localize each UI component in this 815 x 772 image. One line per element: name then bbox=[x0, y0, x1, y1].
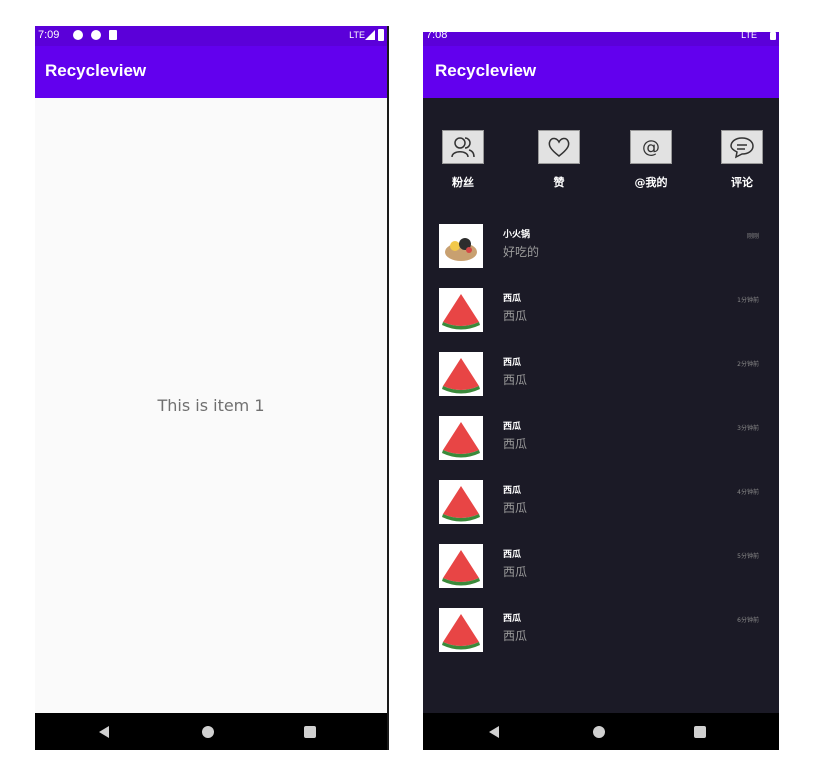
message-text: 西瓜 bbox=[503, 629, 528, 643]
sender-name: 西瓜 bbox=[503, 422, 522, 432]
status-time: 7:09 bbox=[38, 29, 60, 41]
list-item[interactable]: 西瓜 西瓜 6分钟前 bbox=[423, 608, 779, 671]
sender-name: 西瓜 bbox=[503, 550, 522, 560]
watermelon-thumbnail bbox=[439, 480, 483, 524]
category-label: @我的 bbox=[634, 176, 668, 189]
message-time: 刚刚 bbox=[746, 233, 759, 240]
sender-name: 西瓜 bbox=[503, 486, 522, 496]
list-item[interactable]: 西瓜 西瓜 1分钟前 bbox=[423, 288, 779, 351]
category-likes[interactable]: 赞 bbox=[529, 130, 589, 190]
sender-name: 西瓜 bbox=[503, 614, 522, 624]
sender-name: 西瓜 bbox=[503, 358, 522, 368]
category-label: 赞 bbox=[553, 176, 565, 189]
back-icon[interactable] bbox=[489, 726, 499, 738]
navigation-bar bbox=[423, 713, 779, 750]
app-title: Recycleview bbox=[45, 61, 147, 80]
left-phone-screen: 7:09 LTE Recycleview This is item 1 bbox=[35, 26, 389, 750]
message-time: 2分钟前 bbox=[737, 361, 759, 368]
settings-status-icon bbox=[73, 30, 83, 40]
message-time: 4分钟前 bbox=[737, 489, 759, 496]
message-time: 5分钟前 bbox=[737, 553, 759, 560]
signal-icon bbox=[365, 30, 375, 40]
message-time: 6分钟前 bbox=[737, 617, 759, 624]
message-text: 好吃的 bbox=[503, 245, 540, 259]
list-item[interactable]: 西瓜 西瓜 2分钟前 bbox=[423, 352, 779, 415]
watermelon-thumbnail bbox=[439, 288, 483, 332]
message-time: 1分钟前 bbox=[737, 297, 759, 304]
comment-icon bbox=[721, 130, 763, 164]
app-bar: Recycleview bbox=[35, 46, 387, 98]
fans-icon bbox=[442, 130, 484, 164]
message-time: 3分钟前 bbox=[737, 425, 759, 432]
message-text: 西瓜 bbox=[503, 373, 528, 387]
app-title: Recycleview bbox=[435, 61, 537, 80]
status-bar: 7:09 LTE bbox=[35, 26, 387, 46]
sender-name: 小火锅 bbox=[503, 230, 531, 240]
watermelon-thumbnail bbox=[439, 352, 483, 396]
recents-icon[interactable] bbox=[694, 726, 706, 738]
category-mentions[interactable]: @ @我的 bbox=[621, 130, 681, 190]
category-comments[interactable]: 评论 bbox=[712, 130, 772, 190]
svg-text:@: @ bbox=[642, 137, 660, 158]
category-label: 粉丝 bbox=[452, 176, 474, 189]
category-label: 评论 bbox=[731, 176, 753, 189]
navigation-bar bbox=[35, 713, 387, 750]
watermelon-thumbnail bbox=[439, 608, 483, 652]
list-item[interactable]: 西瓜 西瓜 4分钟前 bbox=[423, 480, 779, 543]
message-text: 西瓜 bbox=[503, 437, 528, 451]
at-icon: @ bbox=[630, 130, 672, 164]
back-icon[interactable] bbox=[99, 726, 109, 738]
hotpot-thumbnail bbox=[439, 224, 483, 268]
list-item[interactable]: 小火锅 好吃的 刚刚 bbox=[423, 224, 779, 287]
shield-status-icon bbox=[91, 30, 101, 40]
heart-icon bbox=[538, 130, 580, 164]
watermelon-thumbnail bbox=[439, 544, 483, 588]
item-text: This is item 1 bbox=[157, 396, 265, 415]
battery-icon bbox=[378, 29, 384, 41]
home-icon[interactable] bbox=[593, 726, 605, 738]
message-text: 西瓜 bbox=[503, 501, 528, 515]
category-fans[interactable]: 粉丝 bbox=[433, 130, 493, 190]
recents-icon[interactable] bbox=[304, 726, 316, 738]
app-bar: Recycleview bbox=[423, 46, 779, 98]
status-time: 7:08 bbox=[426, 32, 448, 41]
list-item[interactable]: 西瓜 西瓜 3分钟前 bbox=[423, 416, 779, 479]
list-item[interactable]: 西瓜 西瓜 5分钟前 bbox=[423, 544, 779, 607]
status-bar: 7:08 LTE bbox=[423, 32, 779, 46]
message-text: 西瓜 bbox=[503, 565, 528, 579]
message-text: 西瓜 bbox=[503, 309, 528, 323]
home-icon[interactable] bbox=[202, 726, 214, 738]
sd-card-status-icon bbox=[109, 30, 117, 40]
right-phone-screen: 7:08 LTE Recycleview 粉丝 赞 @ @我的 评论 小火锅 好… bbox=[423, 32, 779, 750]
sender-name: 西瓜 bbox=[503, 294, 522, 304]
battery-icon bbox=[770, 32, 776, 40]
network-type: LTE bbox=[349, 30, 365, 40]
network-type: LTE bbox=[741, 32, 757, 40]
watermelon-thumbnail bbox=[439, 416, 483, 460]
